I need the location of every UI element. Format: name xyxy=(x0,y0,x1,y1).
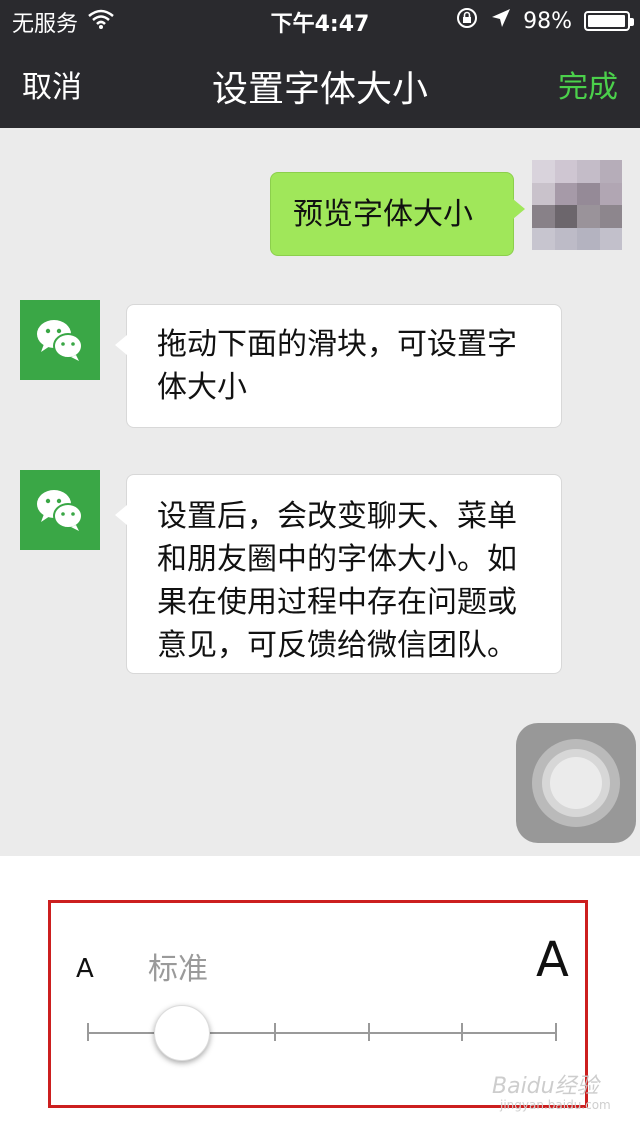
avatar-pixel xyxy=(577,182,600,205)
slider-thumb[interactable] xyxy=(154,1005,210,1061)
avatar-pixel xyxy=(554,160,577,183)
avatar-pixel xyxy=(599,160,622,183)
avatar-pixel xyxy=(577,160,600,183)
chat-preview-area: 预览字体大小 拖动下面的滑块，可设置字体大小 设置后，会改变聊天、菜单和朋友圈中… xyxy=(0,128,640,856)
slider-tick xyxy=(87,1023,89,1041)
avatar-pixel xyxy=(532,160,555,183)
battery-fill xyxy=(588,15,625,27)
done-button[interactable]: 完成 xyxy=(558,62,618,106)
user-avatar xyxy=(532,160,622,250)
avatar-pixel xyxy=(577,227,600,250)
assistive-ring xyxy=(550,757,602,809)
preview-bubble: 预览字体大小 xyxy=(270,172,525,256)
avatar-pixel xyxy=(532,182,555,205)
battery-tip xyxy=(630,18,634,26)
slider-tick xyxy=(555,1023,557,1041)
header: 无服务 下午4:47 98% 取消 设置字体大小 完成 xyxy=(0,0,640,128)
standard-label: 标准 xyxy=(148,952,208,987)
nav-bar: 取消 设置字体大小 完成 xyxy=(0,40,640,128)
battery-icon xyxy=(584,11,634,31)
watermark: Baidu经验 xyxy=(492,1074,599,1099)
message-bubble: 拖动下面的滑块，可设置字体大小 xyxy=(115,304,562,428)
slider-tick xyxy=(461,1023,463,1041)
page-title: 设置字体大小 xyxy=(211,69,428,110)
avatar-pixel xyxy=(577,205,600,228)
assistive-touch-button[interactable] xyxy=(516,723,636,843)
avatar-pixel xyxy=(554,227,577,250)
large-font-label: A xyxy=(536,932,569,988)
message-text: 拖动下面的滑块，可设置字体大小 xyxy=(157,327,517,405)
avatar-pixel xyxy=(599,227,622,250)
rotation-lock-icon xyxy=(455,6,479,36)
wechat-logo-icon xyxy=(37,320,83,361)
battery-percent: 98% xyxy=(523,8,572,34)
avatar-pixel xyxy=(532,227,555,250)
avatar-pixel xyxy=(599,182,622,205)
avatar-pixel xyxy=(532,205,555,228)
status-bar: 无服务 下午4:47 98% xyxy=(0,0,640,40)
preview-bubble-text: 预览字体大小 xyxy=(293,197,473,232)
avatar-pixel xyxy=(599,205,622,228)
avatar-pixel xyxy=(554,182,577,205)
watermark-sub: jingyan.baidu.com xyxy=(500,1098,611,1112)
location-icon xyxy=(491,8,511,34)
wechat-avatar xyxy=(20,470,100,550)
message-text: 设置后，会改变聊天、菜单和朋友圈中的字体大小。如果在使用过程中存在问题或意见，可… xyxy=(157,499,517,663)
slider-tick xyxy=(274,1023,276,1041)
slider-tick xyxy=(368,1023,370,1041)
small-font-label: A xyxy=(76,954,94,984)
status-right: 98% xyxy=(455,6,634,36)
wechat-avatar xyxy=(20,300,100,380)
wechat-logo-icon xyxy=(37,490,83,531)
avatar-pixel xyxy=(554,205,577,228)
message-bubble: 设置后，会改变聊天、菜单和朋友圈中的字体大小。如果在使用过程中存在问题或意见，可… xyxy=(115,474,562,674)
